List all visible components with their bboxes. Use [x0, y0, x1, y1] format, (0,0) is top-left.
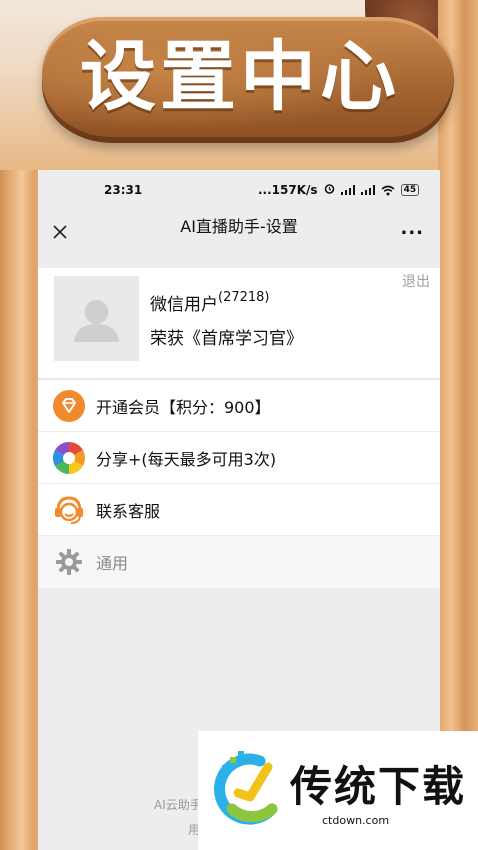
user-id: (27218) — [218, 290, 270, 305]
menu-item-label: 联系客服 — [96, 501, 161, 521]
alarm-icon — [324, 183, 335, 197]
user-honor: 荣获《首席学习官》 — [150, 329, 303, 349]
status-indicators: ...157K/s 45 — [258, 183, 420, 197]
page-title: AI直播助手-设置 — [180, 217, 298, 236]
default-user-icon — [74, 300, 119, 342]
menu-item-general[interactable]: 通用 — [38, 536, 440, 589]
wifi-icon — [381, 185, 395, 196]
more-options-button[interactable]: ... — [400, 218, 424, 239]
watermark-domain: ctdown.com — [322, 814, 390, 827]
menu-item-label: 分享+(每天最多可用3次) — [96, 449, 277, 469]
gear-icon — [52, 545, 86, 579]
profile-card: 微信用户(27218) 荣获《首席学习官》 退出 — [38, 268, 440, 379]
cell-signal-icon — [340, 185, 355, 195]
user-name-line: 微信用户(27218) — [150, 290, 270, 315]
menu-item-share[interactable]: 分享+(每天最多可用3次) — [38, 432, 440, 484]
network-speed: ...157K/s — [258, 183, 318, 197]
status-time: 23:31 — [104, 183, 143, 197]
user-name: 微信用户 — [150, 295, 218, 315]
battery-indicator: 45 — [400, 184, 420, 196]
cell-signal-2-icon — [360, 185, 375, 195]
footer-line-1: AI云助手 — [154, 798, 202, 812]
menu-item-label: 开通会员【积分：900】 — [96, 397, 271, 417]
watermark-title: 传统下载 — [290, 762, 467, 811]
wood-background-right — [438, 0, 478, 850]
avatar[interactable] — [54, 276, 139, 361]
nav-bar: AI直播助手-设置 ... — [38, 210, 440, 266]
diamond-icon — [52, 389, 86, 423]
status-bar: 23:31 ...157K/s 45 — [38, 170, 440, 210]
menu-item-customer-service[interactable]: 联系客服 — [38, 484, 440, 536]
ctdown-logo-icon — [210, 747, 284, 833]
banner-title: 设置中心 — [80, 32, 400, 121]
menu-item-label: 通用 — [96, 554, 129, 573]
watermark: 传统下载 ctdown.com — [198, 731, 478, 850]
shutter-icon — [52, 441, 86, 475]
menu-item-membership[interactable]: 开通会员【积分：900】 — [38, 380, 440, 432]
customer-service-icon — [52, 493, 86, 527]
logout-button[interactable]: 退出 — [402, 271, 430, 291]
settings-menu: 开通会员【积分：900】 分享+(每天最多可用3次) 联系客服 通用 — [38, 380, 440, 589]
